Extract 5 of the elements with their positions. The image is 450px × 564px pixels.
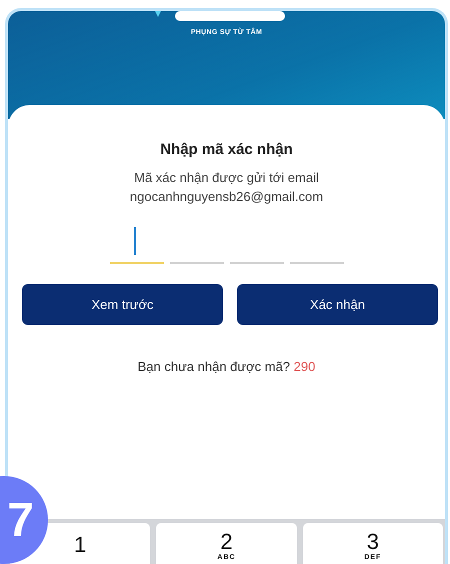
preview-button[interactable]: Xem trước xyxy=(22,284,223,325)
confirm-button[interactable]: Xác nhận xyxy=(237,284,438,325)
dialog-title: Nhập mã xác nhận xyxy=(160,141,293,158)
dialog-message: Mã xác nhận được gửi tới email ngocanhnguyensb26@gmail.com xyxy=(130,169,324,206)
resend-text: Bạn chưa nhận được mã? 290 xyxy=(138,359,316,374)
